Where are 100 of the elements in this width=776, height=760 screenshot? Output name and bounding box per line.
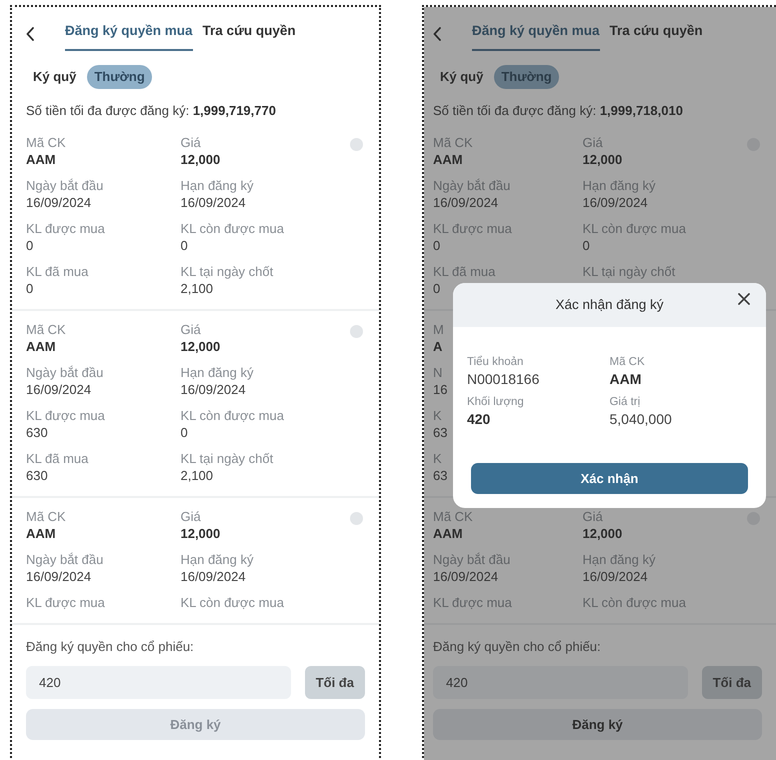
tab[interactable]: Đăng ký quyền mua (472, 17, 600, 52)
account-type-chip[interactable]: Thường (87, 65, 152, 89)
field-label: Ngày bắt đầu (26, 364, 104, 382)
field-value: 5,040,000 (609, 410, 672, 429)
radio-button[interactable] (350, 512, 363, 526)
field-label: KL đã mua (26, 450, 88, 468)
quantity-label: Đăng ký quyền cho cổ phiếu: (432, 638, 601, 656)
field-label: Giá trị (609, 395, 640, 410)
field-value: 2,100 (180, 280, 214, 298)
radio-button[interactable] (350, 325, 363, 338)
tab[interactable]: Tra cứu quyền (610, 17, 703, 52)
field-label: K (432, 450, 442, 468)
field-value: 0 (432, 237, 440, 254)
max-amount-text: Số tiền tối đa được đăng ký: 1,999,718,010 (432, 102, 684, 120)
field-label: Mã CK (432, 134, 473, 152)
field-value: A (432, 338, 442, 356)
account-type-chip[interactable]: Ký quỹ (26, 65, 84, 89)
account-type-chip[interactable]: Ký quỹ (432, 65, 490, 89)
field-label: Giá (180, 321, 201, 338)
field-value: 0 (180, 237, 188, 254)
field-label: Ngày bắt đầu (432, 177, 510, 194)
field-label: Hạn đăng ký (582, 177, 656, 194)
field-label: Mã CK (26, 508, 66, 526)
field-value: 0 (180, 424, 188, 442)
field-value: 2,100 (180, 467, 214, 484)
field-value: 16/09/2024 (180, 568, 246, 586)
field-label: KL đã mua (26, 263, 88, 280)
field-label: KL được mua (26, 407, 105, 424)
field-label: Ngày bắt đầu (26, 177, 104, 194)
field-label: KL còn được mua (180, 594, 284, 612)
field-label: KL được mua (432, 594, 512, 612)
field-value: 0 (26, 237, 34, 254)
field-value: 0 (26, 280, 34, 298)
field-label: KL còn được mua (582, 220, 686, 238)
field-value: 630 (26, 467, 48, 484)
field-value: 16/09/2024 (180, 194, 246, 212)
register-button[interactable]: Đăng ký (432, 708, 762, 740)
field-label: Khối lượng (466, 395, 524, 410)
field-label: Mã CK (26, 134, 66, 152)
confirm-button[interactable]: Xác nhận (470, 463, 748, 494)
field-label: K (432, 407, 442, 424)
tab[interactable]: Tra cứu quyền (202, 17, 296, 52)
field-label: KL tại ngày chốt (180, 450, 274, 468)
field-value: 63 (432, 467, 448, 484)
quantity-field[interactable]: 420 (26, 666, 291, 699)
field-label: Ngày bắt đầu (26, 551, 104, 568)
field-value: 16/09/2024 (582, 568, 648, 586)
dialog-title: Xác nhận đăng ký (555, 296, 664, 314)
field-label: N (432, 364, 442, 382)
close-button[interactable] (736, 291, 752, 307)
field-value: 0 (432, 280, 440, 298)
field-label: Tiểu khoản (466, 355, 524, 370)
back-icon[interactable] (432, 27, 442, 42)
quantity-field[interactable]: 420 (432, 666, 688, 699)
quantity-label: Đăng ký quyền cho cổ phiếu: (26, 638, 194, 656)
field-value: AAM (609, 370, 642, 389)
field-label: KL còn được mua (582, 594, 686, 612)
field-label: KL được mua (432, 220, 512, 238)
field-label: KL còn được mua (180, 407, 284, 424)
field-value: 12,000 (582, 151, 622, 168)
field-label: Ngày bắt đầu (432, 551, 510, 568)
field-value: 16/09/2024 (26, 194, 92, 212)
radio-button[interactable] (350, 138, 363, 152)
max-amount-text: Số tiền tối đa được đăng ký: 1,999,719,770 (25, 102, 277, 120)
field-label: M (432, 321, 444, 338)
field-value: 0 (582, 237, 590, 254)
field-value: N00018166 (466, 370, 540, 389)
field-value: 16/09/2024 (26, 381, 92, 398)
field-label: Mã CK (26, 321, 66, 338)
max-button[interactable]: Tối đa (702, 666, 762, 699)
field-label: Giá (180, 134, 201, 152)
field-value: 16/09/2024 (432, 568, 498, 586)
field-value: 16/09/2024 (26, 568, 92, 586)
field-value: 12,000 (180, 151, 220, 168)
field-value: 16/09/2024 (582, 194, 648, 212)
field-label: Mã CK (432, 508, 473, 526)
max-button[interactable]: Tối đa (304, 666, 365, 699)
field-label: Hạn đăng ký (582, 551, 656, 568)
back-icon[interactable] (26, 27, 35, 42)
field-label: Giá (180, 508, 201, 526)
field-value: 420 (466, 410, 490, 429)
field-label: KL còn được mua (180, 220, 284, 238)
close-icon (738, 293, 750, 305)
field-value: AAM (26, 338, 56, 356)
field-value: 16/09/2024 (432, 194, 498, 212)
field-value: 16 (432, 381, 448, 398)
field-value: AAM (26, 525, 56, 542)
field-label: Giá (582, 508, 603, 526)
field-label: Hạn đăng ký (180, 177, 254, 194)
field-label: Mã CK (609, 355, 645, 370)
field-value: AAM (26, 151, 56, 168)
tab[interactable]: Đăng ký quyền mua (65, 17, 193, 52)
field-value: 12,000 (180, 338, 220, 356)
field-label: KL được mua (26, 594, 105, 612)
field-value: 630 (26, 424, 48, 442)
field-label: KL tại ngày chốt (582, 263, 676, 280)
field-value: AAM (432, 525, 463, 542)
field-label: KL đã mua (432, 263, 496, 280)
field-label: KL được mua (26, 220, 105, 238)
field-label: Hạn đăng ký (180, 551, 254, 568)
